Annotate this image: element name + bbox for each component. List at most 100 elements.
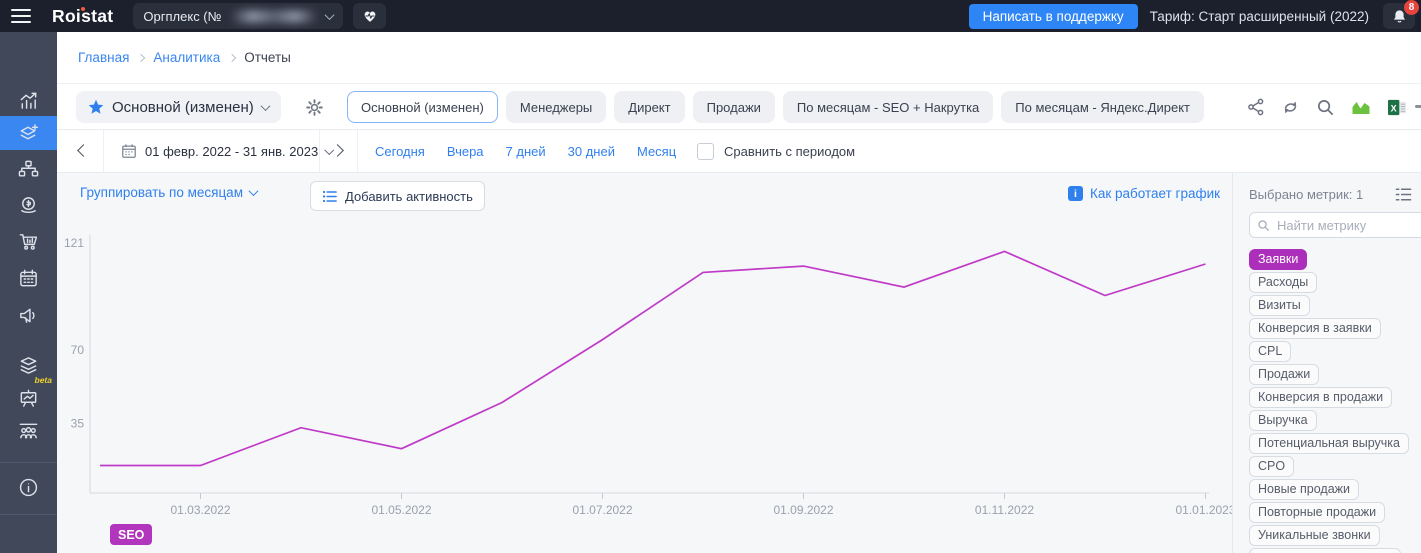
group-by-dropdown[interactable]: Группировать по месяцам [80,185,259,200]
metric-chip-partial[interactable] [1249,548,1401,553]
line-chart[interactable]: 35 70 121 01.03.2022 01.05.2022 01.07.2022 01.… [57,173,1232,553]
breadcrumb-home[interactable]: Главная [78,50,129,65]
report-tab[interactable]: По месяцам - Яндекс.Директ [1001,91,1204,123]
support-button[interactable]: Написать в поддержку [968,3,1138,29]
compare-checkbox[interactable] [697,142,714,160]
breadcrumb-current: Отчеты [244,50,291,65]
report-tab[interactable]: Директ [614,91,685,123]
sidebar-item-finance[interactable] [0,188,57,222]
excel-export-icon[interactable]: X [1387,98,1407,117]
metric-chip[interactable]: Конверсия в заявки [1249,318,1381,339]
metrics-list-icon[interactable] [1395,187,1412,202]
svg-text:01.09.2022: 01.09.2022 [773,503,833,517]
svg-text:01.11.2022: 01.11.2022 [975,503,1034,517]
sidebar-item-orders[interactable] [0,224,57,258]
sidebar-item-structure[interactable] [0,152,57,186]
chart-panel: Группировать по месяцам Добавить активно… [57,173,1421,553]
report-tab[interactable]: Основной (изменен) [347,91,498,123]
svg-text:121: 121 [64,236,84,250]
layers-plus-icon [20,123,39,139]
add-activity-button[interactable]: Добавить активность [310,181,485,211]
sidebar-item-analytics[interactable] [0,84,57,118]
project-health-button[interactable] [353,3,387,29]
date-range-picker[interactable]: 01 февр. 2022 - 31 янв. 2023 [121,130,335,172]
date-range-label: 01 февр. 2022 - 31 янв. 2023 [145,143,319,159]
sidebar-item-calendar[interactable] [0,261,57,295]
report-actions: X [1247,84,1407,130]
more-icon[interactable] [1415,105,1421,108]
how-chart-works-link[interactable]: Как работает график [1068,186,1220,201]
report-tab[interactable]: По месяцам - SEO + Накрутка [782,91,994,123]
sidebar-divider [0,462,57,463]
money-icon [21,196,36,213]
next-period-button[interactable] [331,144,344,157]
gear-icon[interactable] [305,98,324,117]
metric-chip[interactable]: Конверсия в продажи [1249,387,1393,408]
sidebar-item-reports[interactable] [0,116,57,150]
svg-text:01.03.2022: 01.03.2022 [170,503,230,517]
quick-range-link[interactable]: Сегодня [375,144,425,159]
search-icon[interactable] [1316,98,1335,117]
notifications-button[interactable]: 8 [1383,0,1419,29]
metric-chip[interactable]: Уникальные звонки [1249,525,1380,546]
sidebar-item-beta-tools[interactable]: beta [0,375,57,414]
metric-chip[interactable]: Визиты [1249,295,1310,316]
svg-text:01.07.2022: 01.07.2022 [572,503,632,517]
metric-chip[interactable]: Выручка [1249,410,1317,431]
sidebar-item-audience[interactable] [0,414,57,448]
heart-icon [364,11,376,22]
chart-view-icon[interactable] [1351,98,1371,116]
share-icon[interactable] [1247,98,1265,116]
chevron-right-icon [137,53,146,62]
quick-range-link[interactable]: Месяц [637,144,676,159]
svg-text:X: X [1391,103,1397,113]
svg-text:35: 35 [71,417,85,431]
legend-seo-badge[interactable]: SEO [110,524,153,545]
project-name: Оргплекс (№ [143,8,222,24]
megaphone-icon [20,308,35,323]
project-selector[interactable]: Оргплекс (№ [133,3,344,29]
info-icon [19,478,38,496]
quick-range-links: Сегодня Вчера 7 дней 30 дней Месяц [375,130,676,172]
refresh-icon[interactable] [1281,98,1300,117]
flipchart-icon [20,389,37,407]
sidebar-divider [0,514,57,515]
metric-chips: Заявки Расходы Визиты Конверсия в заявки CPL… [1249,249,1421,546]
hamburger-menu-icon[interactable] [11,9,31,23]
metric-chip[interactable]: Заявки [1249,249,1308,270]
people-icon [19,423,38,438]
report-selector[interactable]: Основной (изменен) [76,91,281,123]
sidebar-item-promotion[interactable] [0,298,57,332]
report-tab[interactable]: Продажи [692,91,775,123]
metric-chip[interactable]: Новые продажи [1249,479,1360,500]
breadcrumb-analytics[interactable]: Аналитика [153,50,220,65]
svg-text:70: 70 [71,343,85,357]
metrics-panel-header: Выбрано метрик: 1 [1249,187,1421,202]
sidebar-item-info[interactable] [0,470,57,504]
quick-range-link[interactable]: 7 дней [506,144,546,159]
metric-search-input[interactable] [1249,212,1421,238]
report-tab[interactable]: Менеджеры [505,91,607,123]
metric-chip[interactable]: Продажи [1249,364,1320,385]
beta-label: beta [34,375,52,385]
prev-period-button[interactable] [77,144,90,157]
tariff-label: Тариф: Старт расширенный (2022) [1149,8,1369,24]
metric-chip[interactable]: CPL [1249,341,1292,362]
how-chart-works-label: Как работает график [1090,186,1221,201]
metric-chip[interactable]: Расходы [1249,272,1318,293]
topbar-right-group: Написать в поддержку Тариф: Старт расшир… [968,0,1419,29]
analytics-icon [20,92,37,109]
compare-with-period: Сравнить с периодом [697,130,855,172]
calendar-icon [122,144,136,158]
quick-range-link[interactable]: Вчера [447,144,484,159]
quick-range-link[interactable]: 30 дней [568,144,615,159]
metric-chip[interactable]: Повторные продажи [1249,502,1386,523]
roistat-logo[interactable]: Roistat [52,6,113,27]
svg-text:01.01.2023: 01.01.2023 [1175,503,1232,517]
metric-chip[interactable]: Потенциальная выручка [1249,433,1409,454]
report-bar: Основной (изменен) Основной (изменен) Мен… [57,84,1421,130]
chevron-down-icon [324,9,335,20]
metric-chip[interactable]: CPO [1249,456,1295,477]
selected-metrics-count: Выбрано метрик: 1 [1249,187,1364,202]
project-number-redacted [229,9,319,23]
